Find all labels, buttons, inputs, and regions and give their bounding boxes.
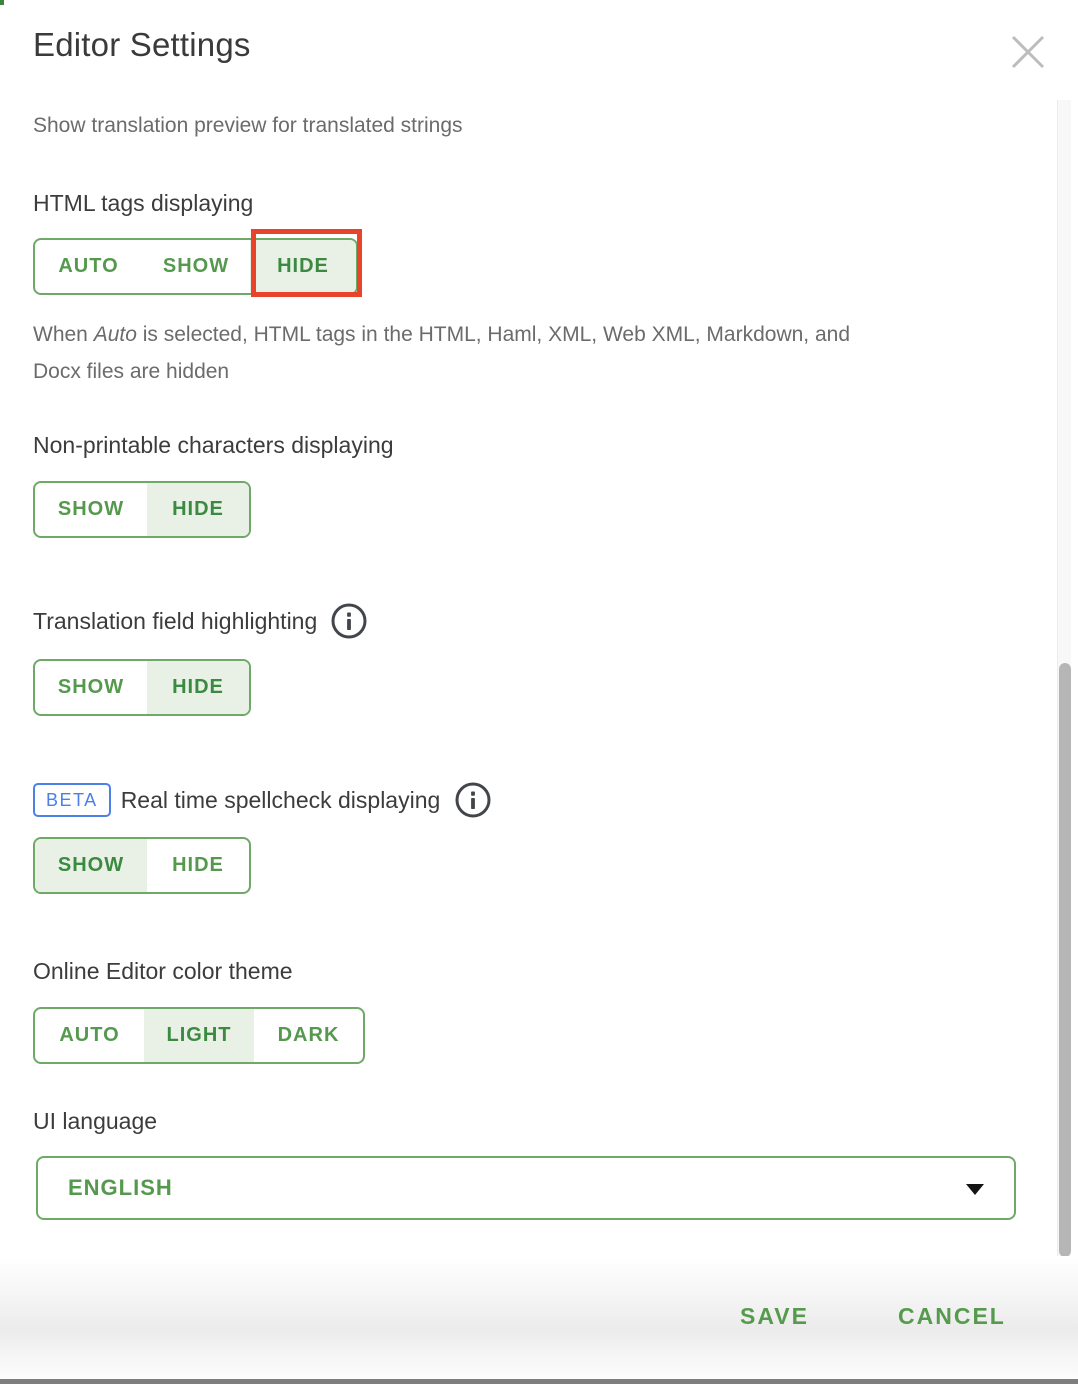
info-button[interactable] bbox=[330, 602, 368, 640]
option-show[interactable]: SHOW bbox=[142, 240, 250, 293]
window-bottom-edge bbox=[0, 1379, 1078, 1384]
setting-label-color-theme: Online Editor color theme bbox=[33, 957, 293, 985]
option-hide[interactable]: HIDE bbox=[147, 839, 249, 892]
ui-language-select[interactable]: ENGLISH bbox=[36, 1156, 1016, 1220]
info-button[interactable] bbox=[454, 781, 492, 819]
cancel-button[interactable]: CANCEL bbox=[898, 1300, 1006, 1332]
option-auto[interactable]: AUTO bbox=[35, 1009, 144, 1062]
setting-note-html-tags: When Auto is selected, HTML tags in the … bbox=[33, 316, 850, 390]
setting-label-non-printable: Non-printable characters displaying bbox=[33, 431, 394, 459]
option-show[interactable]: SHOW bbox=[35, 839, 147, 892]
option-hide[interactable]: HIDE bbox=[250, 240, 356, 293]
beta-badge: BETA bbox=[33, 783, 111, 817]
close-icon bbox=[1010, 58, 1046, 73]
scrollbar-thumb[interactable] bbox=[1059, 663, 1071, 1257]
note-line-2: Docx files are hidden bbox=[33, 353, 850, 390]
note-line-1: When Auto is selected, HTML tags in the … bbox=[33, 316, 850, 353]
setting-label-field-highlighting: Translation field highlighting bbox=[33, 607, 317, 635]
option-light[interactable]: LIGHT bbox=[144, 1009, 254, 1062]
setting-label-ui-language: UI language bbox=[33, 1107, 157, 1135]
option-dark[interactable]: DARK bbox=[254, 1009, 363, 1062]
option-hide[interactable]: HIDE bbox=[147, 661, 249, 714]
ui-language-value: ENGLISH bbox=[68, 1175, 173, 1201]
editor-settings-dialog: Editor Settings Show translation preview… bbox=[0, 0, 1078, 1384]
segmented-control-non-printable: SHOW HIDE bbox=[33, 481, 251, 538]
option-show[interactable]: SHOW bbox=[35, 661, 147, 714]
segmented-control-spellcheck: SHOW HIDE bbox=[33, 837, 251, 894]
option-hide[interactable]: HIDE bbox=[147, 483, 249, 536]
info-icon bbox=[330, 628, 368, 643]
caret-down-icon bbox=[966, 1184, 984, 1195]
save-button[interactable]: SAVE bbox=[740, 1300, 809, 1332]
info-icon bbox=[454, 807, 492, 822]
setting-preview-label: Show translation preview for translated … bbox=[33, 112, 463, 140]
close-button[interactable] bbox=[1008, 33, 1048, 73]
option-show[interactable]: SHOW bbox=[35, 483, 147, 536]
setting-label-html-tags: HTML tags displaying bbox=[33, 189, 253, 217]
setting-row-spellcheck: BETA Real time spellcheck displaying bbox=[33, 781, 492, 819]
segmented-control-html-tags: AUTO SHOW HIDE bbox=[33, 238, 358, 295]
setting-row-field-highlighting: Translation field highlighting bbox=[33, 602, 368, 640]
setting-label-spellcheck: Real time spellcheck displaying bbox=[121, 786, 441, 814]
corner-artifact bbox=[0, 0, 4, 5]
segmented-control-field-highlighting: SHOW HIDE bbox=[33, 659, 251, 716]
page-title: Editor Settings bbox=[33, 26, 251, 64]
scrollbar-track[interactable] bbox=[1057, 100, 1071, 1258]
segmented-control-color-theme: AUTO LIGHT DARK bbox=[33, 1007, 365, 1064]
option-auto[interactable]: AUTO bbox=[35, 240, 142, 293]
